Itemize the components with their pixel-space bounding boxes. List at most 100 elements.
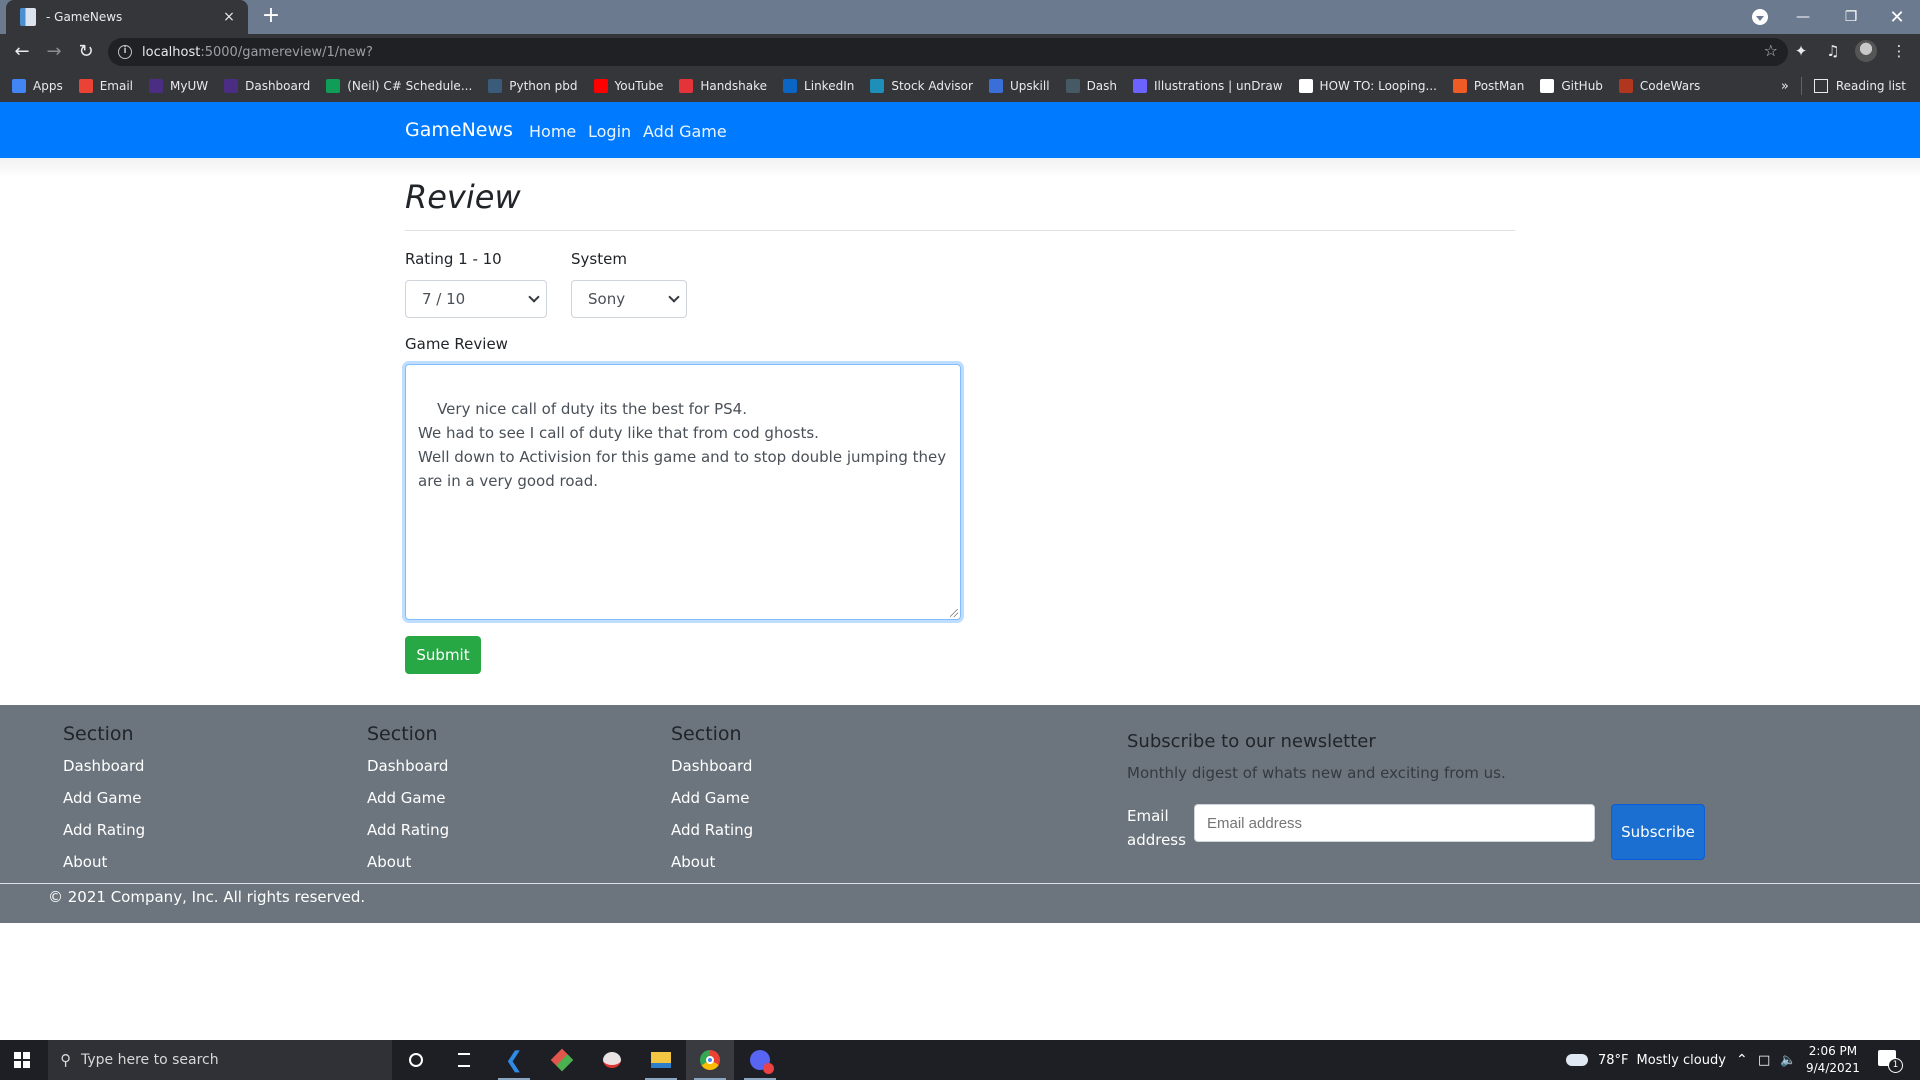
bookmarks-divider [1800,77,1802,95]
copyright-text: © 2021 Company, Inc. All rights reserved… [48,888,366,906]
bookmark-item[interactable]: Dashboard [224,79,310,93]
restore-icon[interactable]: ❐ [1828,0,1874,34]
snip-sketch-icon[interactable] [588,1040,636,1080]
bookmark-item[interactable]: Dash [1065,79,1118,93]
taskbar-clock[interactable]: 2:06 PM 9/4/2021 [1806,1043,1860,1077]
bookmark-item[interactable]: LinkedIn [783,79,854,93]
bookmark-item[interactable]: GitHub [1540,79,1603,93]
system-select[interactable]: Sony [571,280,687,318]
more-bookmarks-icon[interactable]: » [1781,79,1789,94]
stock-advisor-icon [870,79,885,93]
network-icon[interactable]: □ [1758,1040,1770,1080]
taskbar-search-box[interactable]: ⚲ Type here to search [48,1040,392,1080]
extensions-icon[interactable]: ✦ [1790,42,1812,60]
email-input[interactable] [1194,804,1595,842]
bookmark-star-icon[interactable]: ☆ [1764,41,1778,60]
bookmark-item[interactable]: Stock Advisor [870,79,973,93]
bookmark-label: PostMan [1473,79,1525,93]
bookmark-item[interactable]: YouTube [593,79,664,93]
site-navbar: GameNews Home Login Add Game [0,102,1920,158]
bookmark-label: Stock Advisor [891,79,973,93]
bookmark-item[interactable]: Apps [12,79,63,93]
bookmark-item[interactable]: HOW TO: Looping... [1298,79,1437,93]
gitkraken-icon[interactable] [538,1040,586,1080]
uw-icon [149,79,163,93]
profile-avatar[interactable] [1855,40,1877,62]
footer-link-add-rating[interactable]: Add Rating [671,819,753,851]
tab-close-icon[interactable]: × [220,9,238,25]
address-bar[interactable]: i localhost:5000/gamereview/1/new? ☆ [108,38,1788,66]
submit-button[interactable]: Submit [405,636,481,674]
weather-temp: 78°F [1598,1052,1629,1068]
vscode-icon[interactable]: ❮ [490,1040,538,1080]
bookmark-item[interactable]: Handshake [679,79,767,93]
linkedin-icon [783,79,798,93]
footer-link-add-game[interactable]: Add Game [671,787,753,819]
bookmark-item[interactable]: PostMan [1452,79,1525,93]
bookmark-label: GitHub [1561,79,1603,93]
bookmarks-bar: Apps Email MyUW Dashboard (Neil) C# Schedule… [0,70,1920,102]
upskill-icon [988,79,1003,93]
footer-link-about[interactable]: About [367,851,449,883]
footer-link-about[interactable]: About [63,851,145,883]
bookmark-label: YouTube [614,79,664,93]
minimize-icon[interactable]: — [1780,0,1826,34]
bookmark-label: CodeWars [1639,79,1701,93]
bookmark-item[interactable]: Upskill [988,79,1050,93]
close-window-icon[interactable]: ✕ [1874,0,1920,34]
file-explorer-icon[interactable] [637,1040,685,1080]
show-hidden-icons-button[interactable]: ⌃ [1736,1040,1748,1080]
nav-link-home[interactable]: Home [529,122,576,141]
reload-icon[interactable]: ↻ [72,38,100,66]
forward-icon[interactable]: → [40,38,68,66]
bookmark-item[interactable]: CodeWars [1618,79,1701,93]
media-control-icon[interactable]: ♫ [1822,42,1844,60]
title-divider [405,230,1515,231]
footer-link-about[interactable]: About [671,851,753,883]
bookmark-label: LinkedIn [804,79,855,93]
footer-link-add-game[interactable]: Add Game [367,787,449,819]
footer-section-heading: Section [671,723,742,745]
footer-link-dashboard[interactable]: Dashboard [671,755,753,787]
site-info-icon[interactable]: i [118,45,132,59]
python-icon [488,79,503,93]
windows-start-icon[interactable] [14,1052,30,1068]
nav-link-add-game[interactable]: Add Game [643,122,727,141]
task-view-icon[interactable] [440,1040,488,1080]
reading-list-button[interactable]: Reading list [1836,79,1906,93]
footer-link-add-game[interactable]: Add Game [63,787,145,819]
browser-tab-active[interactable]: - GameNews × [6,0,248,34]
codewars-icon [1618,79,1633,93]
bookmark-label: Illustrations | unDraw [1154,79,1283,93]
discord-icon[interactable] [736,1040,784,1080]
bookmark-item[interactable]: Python pbd [488,79,578,93]
footer-link-dashboard[interactable]: Dashboard [63,755,145,787]
rating-select[interactable]: 7 / 10 [405,280,547,318]
footer-column: Section Dashboard Add Game Add Rating Ab… [63,723,145,883]
tab-search-icon[interactable] [1752,9,1768,25]
navbar-brand[interactable]: GameNews [405,119,513,141]
weather-widget[interactable]: 78°F Mostly cloudy [1566,1040,1726,1080]
cortana-icon[interactable] [392,1040,440,1080]
site-footer: Section Dashboard Add Game Add Rating Ab… [0,705,1920,923]
new-tab-button[interactable]: + [258,4,284,30]
nav-link-login[interactable]: Login [588,122,631,141]
bookmark-label: Dash [1086,79,1118,93]
footer-link-add-rating[interactable]: Add Rating [367,819,449,851]
subscribe-button[interactable]: Subscribe [1611,804,1705,860]
back-icon[interactable]: ← [8,38,36,66]
volume-icon[interactable]: 🔈 [1780,1040,1796,1080]
chevron-down-icon [668,291,680,303]
apps-grid-icon [12,79,26,93]
resize-handle-icon[interactable] [950,609,958,617]
footer-link-dashboard[interactable]: Dashboard [367,755,449,787]
footer-link-add-rating[interactable]: Add Rating [63,819,145,851]
game-review-textarea[interactable]: Very nice call of duty its the best for … [405,364,961,620]
bookmark-item[interactable]: MyUW [149,79,208,93]
bookmark-item[interactable]: Illustrations | unDraw [1133,79,1283,93]
bookmark-label: Apps [33,79,63,93]
chrome-taskbar-icon[interactable] [686,1040,734,1080]
bookmark-item[interactable]: Email [78,79,133,93]
menu-kebab-icon[interactable]: ⋮ [1888,42,1910,60]
bookmark-item[interactable]: (Neil) C# Schedule... [326,79,472,93]
